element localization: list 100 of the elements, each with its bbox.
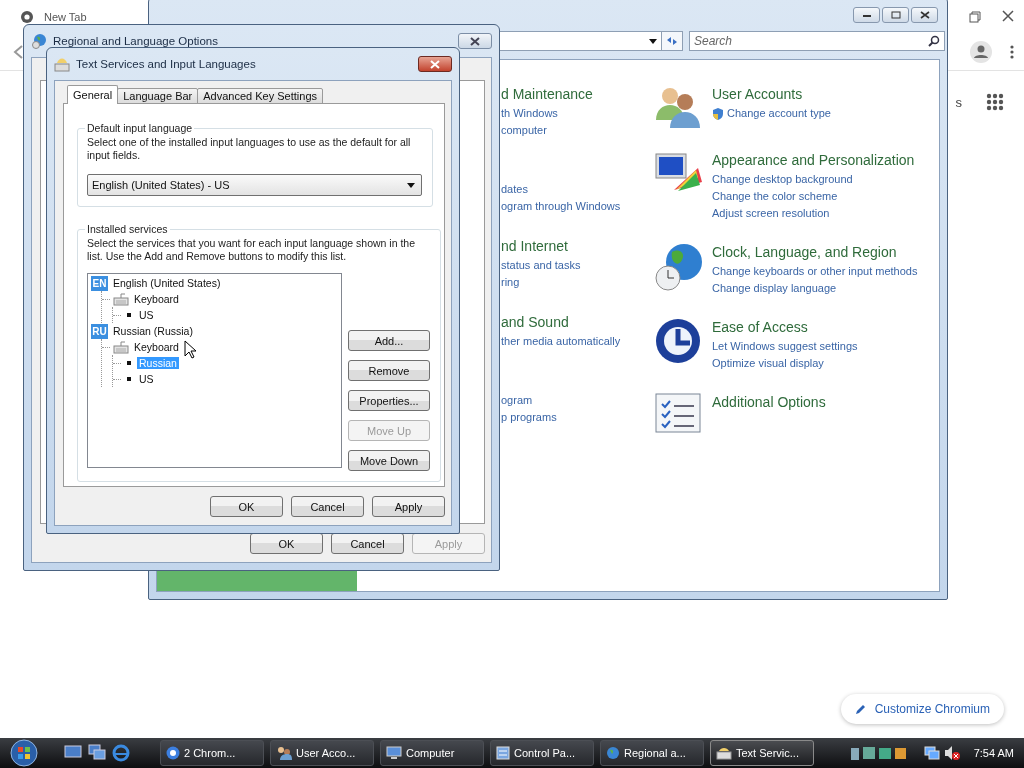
dialog-button[interactable]: Cancel — [331, 533, 404, 554]
windows-switch-icon[interactable] — [88, 744, 106, 760]
dialog-button[interactable]: OK — [210, 496, 283, 517]
category-link[interactable]: Change display language — [712, 280, 837, 297]
taskbar-item[interactable]: Text Servic... — [710, 740, 814, 766]
category-link[interactable]: th Windows — [501, 105, 654, 122]
category-title[interactable]: Additional Options — [712, 392, 922, 413]
tree-item[interactable]: Keyboard — [132, 293, 181, 305]
category-title[interactable]: Clock, Language, and Region — [712, 242, 922, 263]
apps-grid-icon — [986, 93, 1004, 111]
browser-icon — [20, 10, 34, 24]
tab-title[interactable]: New Tab — [44, 11, 87, 23]
category-link[interactable]: Adjust screen resolution — [712, 205, 830, 222]
keyboard-icon — [54, 56, 70, 72]
category-link[interactable]: Optimize visual display — [712, 355, 824, 372]
search-field[interactable]: Search — [689, 31, 945, 51]
category-link[interactable]: ther media automatically — [501, 333, 654, 350]
dialog-button[interactable]: OK — [250, 533, 323, 554]
pencil-icon — [854, 703, 867, 715]
customize-button[interactable]: Customize Chromium — [840, 694, 1004, 724]
bullet-icon — [124, 360, 134, 366]
tree-item[interactable]: Russian (Russia) — [111, 325, 195, 337]
service-button[interactable]: Add... — [348, 330, 430, 351]
category-link[interactable]: ring — [501, 274, 654, 291]
users-icon — [276, 746, 292, 760]
taskbar-item[interactable]: User Acco... — [270, 740, 374, 766]
tab[interactable]: General — [67, 85, 119, 104]
minimize-button[interactable] — [853, 7, 880, 23]
group-description: Select the services that you want for each input language shown in the list. Use the Add and Remove buttons to modify this list. — [87, 237, 417, 263]
minimize-icon — [861, 12, 872, 18]
keyboard-icon — [113, 340, 129, 354]
shortcut-label: s — [955, 94, 962, 110]
category-link[interactable]: Change keyboards or other input methods — [712, 263, 918, 280]
close-button[interactable] — [911, 7, 938, 23]
dropdown-icon — [407, 182, 415, 188]
close-button[interactable] — [418, 56, 452, 72]
service-button[interactable]: Move Down — [348, 450, 430, 471]
category-link[interactable]: Change account type — [727, 105, 831, 122]
category-link[interactable]: Let Windows suggest settings — [712, 338, 858, 355]
maximize-icon — [890, 11, 901, 19]
language-dropdown[interactable]: English (United States) - US — [87, 174, 422, 196]
category-title[interactable]: User Accounts — [712, 84, 922, 105]
close-icon — [469, 36, 481, 46]
dialog-button[interactable]: Cancel — [291, 496, 364, 517]
category-title[interactable]: d Maintenance — [501, 84, 654, 105]
window-title: Regional and Language Options — [53, 35, 219, 47]
tree-item[interactable]: US — [137, 373, 156, 385]
category-link[interactable]: ogram through Windows — [501, 198, 654, 215]
close-button[interactable] — [458, 33, 492, 49]
browser-icon[interactable] — [112, 744, 130, 762]
profile-icon — [970, 41, 992, 63]
taskbar-item[interactable]: 2 Chrom... — [160, 740, 264, 766]
close-icon — [919, 11, 930, 19]
refresh-button[interactable] — [661, 31, 683, 51]
muted-speaker-icon — [943, 745, 960, 761]
tab[interactable]: Advanced Key Settings — [197, 88, 323, 104]
category-link[interactable]: dates — [501, 181, 654, 198]
checklist-icon — [654, 392, 702, 434]
bullet-icon — [124, 376, 134, 382]
control-panel-icon — [496, 746, 510, 760]
service-button[interactable]: Remove — [348, 360, 430, 381]
category-link[interactable]: ogram — [501, 392, 654, 409]
desktop-icon[interactable] — [64, 744, 82, 760]
tab[interactable]: Language Bar — [117, 88, 199, 104]
globe-icon — [606, 746, 620, 760]
keyboard-icon — [716, 746, 732, 760]
group-heading: Default input language — [86, 122, 194, 134]
category-title[interactable]: Appearance and Personalization — [712, 150, 922, 171]
dropdown-icon — [649, 38, 657, 44]
category-link[interactable]: Change desktop background — [712, 171, 853, 188]
category-link[interactable]: computer — [501, 122, 654, 139]
category-link[interactable]: status and tasks — [501, 257, 654, 274]
tree-item[interactable]: Keyboard — [132, 341, 181, 353]
group-description: Select one of the installed input languages to use as the default for all input fields. — [87, 136, 412, 162]
group-heading: Installed services — [86, 223, 169, 235]
taskbar-item[interactable]: Computer — [380, 740, 484, 766]
category-link[interactable]: p programs — [501, 409, 654, 426]
category-title[interactable]: and Sound — [501, 312, 654, 333]
service-button[interactable]: Properties... — [348, 390, 430, 411]
clock: 7:54 AM — [973, 747, 1014, 759]
globe-clock-icon — [654, 242, 702, 292]
language-badge: EN — [91, 275, 108, 291]
taskbar-item[interactable]: Control Pa... — [490, 740, 594, 766]
restore-icon — [968, 10, 982, 24]
close-icon — [1002, 10, 1014, 22]
dialog-button[interactable]: Apply — [372, 496, 445, 517]
category-title[interactable]: Ease of Access — [712, 317, 922, 338]
category-title[interactable]: nd Internet — [501, 236, 654, 257]
close-icon — [429, 59, 441, 69]
browser-icon — [166, 746, 180, 760]
tree-item[interactable]: US — [137, 309, 156, 321]
computer-icon — [386, 746, 402, 760]
network-icon — [923, 745, 940, 761]
back-icon — [12, 45, 24, 59]
keyboard-icon — [113, 292, 129, 306]
tree-item[interactable]: English (United States) — [111, 277, 223, 289]
taskbar-item[interactable]: Regional a... — [600, 740, 704, 766]
window-title: Text Services and Input Languages — [76, 58, 257, 70]
arrows-icon — [665, 35, 679, 47]
category-link[interactable]: Change the color scheme — [712, 188, 838, 205]
